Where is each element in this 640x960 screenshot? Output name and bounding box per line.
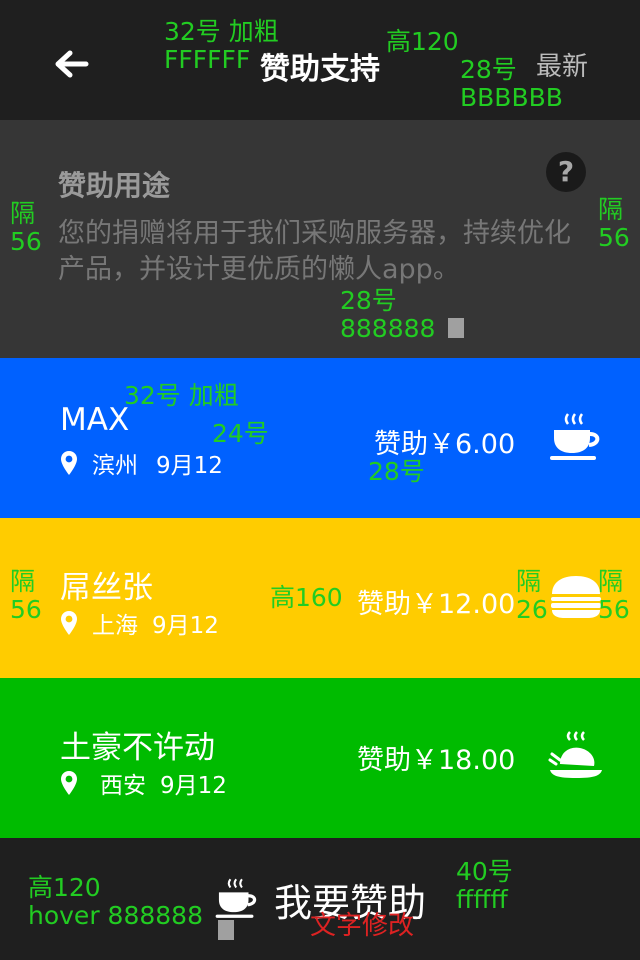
donor-amount: 赞助￥6.00	[374, 429, 516, 460]
annotation-row-height: 高160	[270, 583, 343, 612]
donor-name: 屌丝张	[60, 570, 153, 606]
annotation-name-spec: 32号 加粗	[124, 381, 239, 410]
location-pin-icon	[61, 451, 77, 475]
annotation-line: 28号	[460, 55, 517, 84]
annotation-line: 56	[598, 595, 630, 624]
annotation-row-gap-left: 隔 56	[10, 568, 42, 624]
location-pin-icon	[61, 611, 77, 635]
back-button[interactable]	[52, 44, 92, 84]
annotation-icon-gap: 隔 26	[516, 568, 548, 624]
donor-amount: 赞助￥18.00	[357, 745, 516, 776]
roast-chicken-icon	[548, 731, 602, 778]
annotation-row-gap-right: 隔 56	[598, 568, 630, 624]
annotation-marker	[218, 920, 234, 940]
donor-date: 9月12	[160, 773, 227, 799]
burger-icon	[551, 576, 601, 618]
annotation-line: 56	[10, 227, 42, 256]
donor-date: 9月12	[152, 613, 219, 639]
annotation-line: hover 888888	[28, 901, 203, 930]
donor-location: 西安 9月12	[60, 768, 227, 799]
donor-row: 土豪不许动 西安 9月12 赞助￥18.00	[0, 678, 640, 838]
donor-row: MAX 滨州 9月12 赞助￥6.00	[0, 358, 640, 518]
annotation-line: 56	[10, 595, 42, 624]
annotation-line: 隔	[10, 199, 36, 228]
annotation-loc-spec: 24号	[212, 419, 269, 448]
annotation-line: 隔	[10, 567, 36, 596]
annotation-line: 40号	[456, 857, 513, 886]
annotation-marker	[448, 318, 464, 338]
annotation-desc-spec: 28号 888888	[340, 287, 435, 343]
annotation-line: ffffff	[456, 885, 508, 914]
annotation-header-height: 高120	[386, 27, 459, 56]
donor-amount: 赞助￥12.00	[357, 589, 516, 620]
annotation-line: 888888	[340, 314, 436, 343]
annotation-line: 26	[516, 595, 548, 624]
donor-city: 上海	[92, 613, 138, 639]
annotation-line: 隔	[598, 195, 624, 224]
coffee-cup-icon	[215, 878, 257, 918]
donor-name: MAX	[60, 402, 130, 438]
annotation-button-spec: 高120 hover 888888	[28, 874, 203, 930]
annotation-line: BBBBBB	[460, 83, 563, 112]
arrow-left-icon	[55, 50, 89, 78]
annotation-amount-spec: 28号	[368, 457, 425, 486]
annotation-gap-left: 隔 56	[10, 200, 42, 256]
help-icon[interactable]: ?	[546, 152, 586, 192]
annotation-button-text-note: 文字修改	[310, 911, 415, 941]
annotation-line: 隔	[598, 567, 624, 596]
annotation-line: 28号	[340, 286, 397, 315]
donor-date: 9月12	[156, 453, 223, 479]
location-pin-icon	[61, 771, 77, 795]
donor-name: 土豪不许动	[60, 730, 215, 766]
coffee-cup-icon	[550, 413, 600, 460]
annotation-line: 32号 加粗	[164, 17, 279, 46]
section-description: 您的捐赠将用于我们采购服务器，持续优化产品，并设计更优质的懒人app。	[58, 218, 571, 285]
donor-city: 西安	[100, 773, 146, 799]
annotation-line: 56	[598, 223, 630, 252]
section-title: 赞助用途	[58, 169, 171, 202]
annotation-title-spec: 32号 加粗 FFFFFF	[164, 18, 279, 74]
donor-city: 滨州	[92, 453, 138, 479]
donor-location: 滨州 9月12	[60, 448, 223, 479]
annotation-latest-spec: 28号 BBBBBB	[460, 56, 563, 112]
annotation-button-text-spec: 40号 ffffff	[456, 858, 513, 914]
annotation-line: 高120	[28, 873, 101, 902]
annotation-gap-right: 隔 56	[598, 196, 630, 252]
annotation-line: FFFFFF	[164, 45, 251, 74]
annotation-line: 隔	[516, 567, 542, 596]
donor-location: 上海 9月12	[60, 608, 219, 639]
sponsor-purpose-section: 赞助用途 ? 您的捐赠将用于我们采购服务器，持续优化产品，并设计更优质的懒人ap…	[0, 120, 640, 358]
